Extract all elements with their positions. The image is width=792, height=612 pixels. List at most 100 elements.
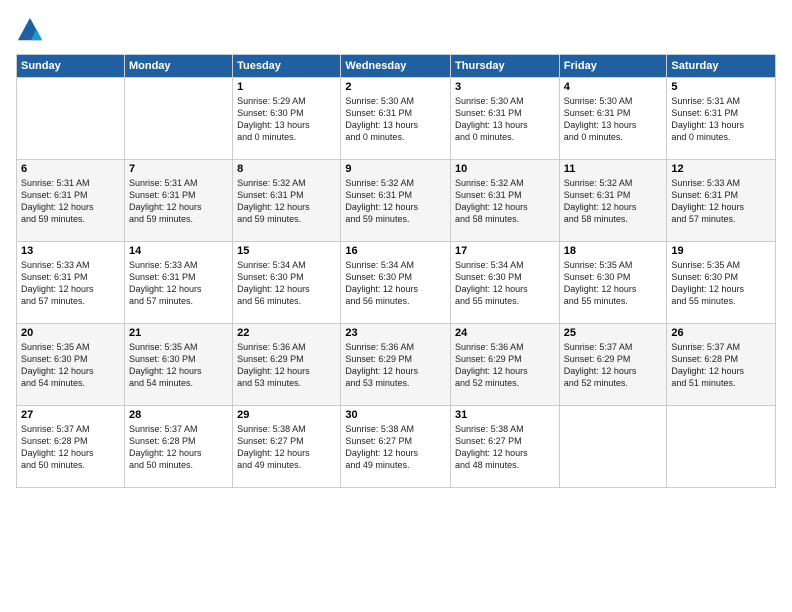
day-info: Sunrise: 5:38 AM Sunset: 6:27 PM Dayligh…: [455, 423, 555, 472]
calendar-cell: 14 Sunrise: 5:33 AM Sunset: 6:31 PM Dayli…: [124, 242, 232, 324]
day-number: 29: [237, 409, 336, 421]
day-number: 30: [345, 409, 446, 421]
day-number: 21: [129, 327, 228, 339]
calendar-cell: 17Sunrise: 5:34 AM Sunset: 6:30 PM Dayli…: [451, 242, 560, 324]
calendar-cell: 16Sunrise: 5:34 AM Sunset: 6:30 PM Dayli…: [341, 242, 451, 324]
day-number: 18: [564, 245, 663, 257]
day-info: Sunrise: 5:30 AM Sunset: 6:31 PM Dayligh…: [345, 95, 446, 144]
weekday-header: Wednesday: [341, 55, 451, 78]
weekday-header: Sunday: [17, 55, 125, 78]
calendar-cell: 23 Sunrise: 5:36 AM Sunset: 6:29 PM Dayli…: [341, 324, 451, 406]
calendar-cell: 26Sunrise: 5:37 AM Sunset: 6:28 PM Dayli…: [667, 324, 776, 406]
day-number: 28: [129, 409, 228, 421]
day-info: Sunrise: 5:38 AM Sunset: 6:27 PM Dayligh…: [237, 423, 336, 472]
day-info: Sunrise: 5:34 AM Sunset: 6:30 PM Dayligh…: [455, 259, 555, 308]
calendar-cell: 19 Sunrise: 5:35 AM Sunset: 6:30 PM Dayli…: [667, 242, 776, 324]
day-number: 31: [455, 409, 555, 421]
day-number: 7: [129, 163, 228, 175]
day-info: Sunrise: 5:32 AM Sunset: 6:31 PM Dayligh…: [345, 177, 446, 226]
day-number: 27: [21, 409, 120, 421]
calendar-cell: 22Sunrise: 5:36 AM Sunset: 6:29 PM Dayli…: [233, 324, 341, 406]
day-info: Sunrise: 5:33 AM Sunset: 6:31 PM Dayligh…: [21, 259, 120, 308]
calendar-cell: [559, 406, 667, 488]
day-info: Sunrise: 5:37 AM Sunset: 6:28 PM Dayligh…: [21, 423, 120, 472]
day-number: 24: [455, 327, 555, 339]
calendar-cell: 11Sunrise: 5:32 AM Sunset: 6:31 PM Dayli…: [559, 160, 667, 242]
calendar-cell: 6Sunrise: 5:31 AM Sunset: 6:31 PM Daylig…: [17, 160, 125, 242]
calendar-cell: [667, 406, 776, 488]
day-info: Sunrise: 5:35 AM Sunset: 6:30 PM Dayligh…: [21, 341, 120, 390]
day-info: Sunrise: 5:34 AM Sunset: 6:30 PM Dayligh…: [237, 259, 336, 308]
calendar-cell: 15 Sunrise: 5:34 AM Sunset: 6:30 PM Dayli…: [233, 242, 341, 324]
calendar-cell: 8 Sunrise: 5:32 AM Sunset: 6:31 PM Daylig…: [233, 160, 341, 242]
day-info: Sunrise: 5:30 AM Sunset: 6:31 PM Dayligh…: [455, 95, 555, 144]
day-number: 4: [564, 81, 663, 93]
calendar-week-row: 20 Sunrise: 5:35 AM Sunset: 6:30 PM Dayli…: [17, 324, 776, 406]
day-info: Sunrise: 5:30 AM Sunset: 6:31 PM Dayligh…: [564, 95, 663, 144]
calendar-week-row: 27 Sunrise: 5:37 AM Sunset: 6:28 PM Dayli…: [17, 406, 776, 488]
calendar-cell: 2 Sunrise: 5:30 AM Sunset: 6:31 PM Daylig…: [341, 78, 451, 160]
calendar-cell: 30 Sunrise: 5:38 AM Sunset: 6:27 PM Dayli…: [341, 406, 451, 488]
day-info: Sunrise: 5:36 AM Sunset: 6:29 PM Dayligh…: [455, 341, 555, 390]
weekday-header: Friday: [559, 55, 667, 78]
day-info: Sunrise: 5:32 AM Sunset: 6:31 PM Dayligh…: [237, 177, 336, 226]
day-info: Sunrise: 5:32 AM Sunset: 6:31 PM Dayligh…: [455, 177, 555, 226]
calendar-cell: 4 Sunrise: 5:30 AM Sunset: 6:31 PM Daylig…: [559, 78, 667, 160]
calendar-cell: 18 Sunrise: 5:35 AM Sunset: 6:30 PM Dayli…: [559, 242, 667, 324]
day-number: 11: [564, 163, 663, 175]
calendar-cell: 13 Sunrise: 5:33 AM Sunset: 6:31 PM Dayli…: [17, 242, 125, 324]
calendar-cell: 3 Sunrise: 5:30 AM Sunset: 6:31 PM Daylig…: [451, 78, 560, 160]
page: SundayMondayTuesdayWednesdayThursdayFrid…: [0, 0, 792, 612]
calendar-week-row: 6 Sunrise: 5:31 AM Sunset: 6:31 PM Daylig…: [17, 160, 776, 242]
calendar-week-row: 1Sunrise: 5:29 AM Sunset: 6:30 PM Daylig…: [17, 78, 776, 160]
day-number: 5: [671, 81, 771, 93]
day-number: 3: [455, 81, 555, 93]
day-number: 10: [455, 163, 555, 175]
day-number: 22: [237, 327, 336, 339]
calendar-cell: 5 Sunrise: 5:31 AM Sunset: 6:31 PM Daylig…: [667, 78, 776, 160]
day-info: Sunrise: 5:35 AM Sunset: 6:30 PM Dayligh…: [564, 259, 663, 308]
calendar: SundayMondayTuesdayWednesdayThursdayFrid…: [16, 54, 776, 488]
logo-icon: [16, 16, 44, 44]
calendar-cell: 9Sunrise: 5:32 AM Sunset: 6:31 PM Daylig…: [341, 160, 451, 242]
day-info: Sunrise: 5:31 AM Sunset: 6:31 PM Dayligh…: [671, 95, 771, 144]
day-info: Sunrise: 5:34 AM Sunset: 6:30 PM Dayligh…: [345, 259, 446, 308]
day-info: Sunrise: 5:38 AM Sunset: 6:27 PM Dayligh…: [345, 423, 446, 472]
calendar-cell: [17, 78, 125, 160]
calendar-cell: 29 Sunrise: 5:38 AM Sunset: 6:27 PM Dayli…: [233, 406, 341, 488]
calendar-cell: 12 Sunrise: 5:33 AM Sunset: 6:31 PM Dayli…: [667, 160, 776, 242]
weekday-header: Tuesday: [233, 55, 341, 78]
day-info: Sunrise: 5:33 AM Sunset: 6:31 PM Dayligh…: [671, 177, 771, 226]
weekday-header: Monday: [124, 55, 232, 78]
day-info: Sunrise: 5:33 AM Sunset: 6:31 PM Dayligh…: [129, 259, 228, 308]
day-number: 19: [671, 245, 771, 257]
day-info: Sunrise: 5:35 AM Sunset: 6:30 PM Dayligh…: [129, 341, 228, 390]
day-number: 12: [671, 163, 771, 175]
calendar-cell: [124, 78, 232, 160]
day-number: 8: [237, 163, 336, 175]
day-number: 14: [129, 245, 228, 257]
day-number: 6: [21, 163, 120, 175]
day-number: 15: [237, 245, 336, 257]
day-info: Sunrise: 5:31 AM Sunset: 6:31 PM Dayligh…: [129, 177, 228, 226]
calendar-cell: 31 Sunrise: 5:38 AM Sunset: 6:27 PM Dayli…: [451, 406, 560, 488]
day-info: Sunrise: 5:35 AM Sunset: 6:30 PM Dayligh…: [671, 259, 771, 308]
calendar-cell: 24 Sunrise: 5:36 AM Sunset: 6:29 PM Dayli…: [451, 324, 560, 406]
weekday-header: Saturday: [667, 55, 776, 78]
weekday-header: Thursday: [451, 55, 560, 78]
day-info: Sunrise: 5:29 AM Sunset: 6:30 PM Dayligh…: [237, 95, 336, 144]
day-info: Sunrise: 5:36 AM Sunset: 6:29 PM Dayligh…: [345, 341, 446, 390]
day-number: 23: [345, 327, 446, 339]
calendar-cell: 10 Sunrise: 5:32 AM Sunset: 6:31 PM Dayli…: [451, 160, 560, 242]
logo: [16, 16, 50, 44]
calendar-cell: 27 Sunrise: 5:37 AM Sunset: 6:28 PM Dayli…: [17, 406, 125, 488]
calendar-cell: 21 Sunrise: 5:35 AM Sunset: 6:30 PM Dayli…: [124, 324, 232, 406]
weekday-header-row: SundayMondayTuesdayWednesdayThursdayFrid…: [17, 55, 776, 78]
calendar-cell: 20 Sunrise: 5:35 AM Sunset: 6:30 PM Dayli…: [17, 324, 125, 406]
day-number: 2: [345, 81, 446, 93]
day-info: Sunrise: 5:37 AM Sunset: 6:28 PM Dayligh…: [129, 423, 228, 472]
calendar-cell: 1Sunrise: 5:29 AM Sunset: 6:30 PM Daylig…: [233, 78, 341, 160]
day-number: 20: [21, 327, 120, 339]
day-number: 13: [21, 245, 120, 257]
day-number: 26: [671, 327, 771, 339]
